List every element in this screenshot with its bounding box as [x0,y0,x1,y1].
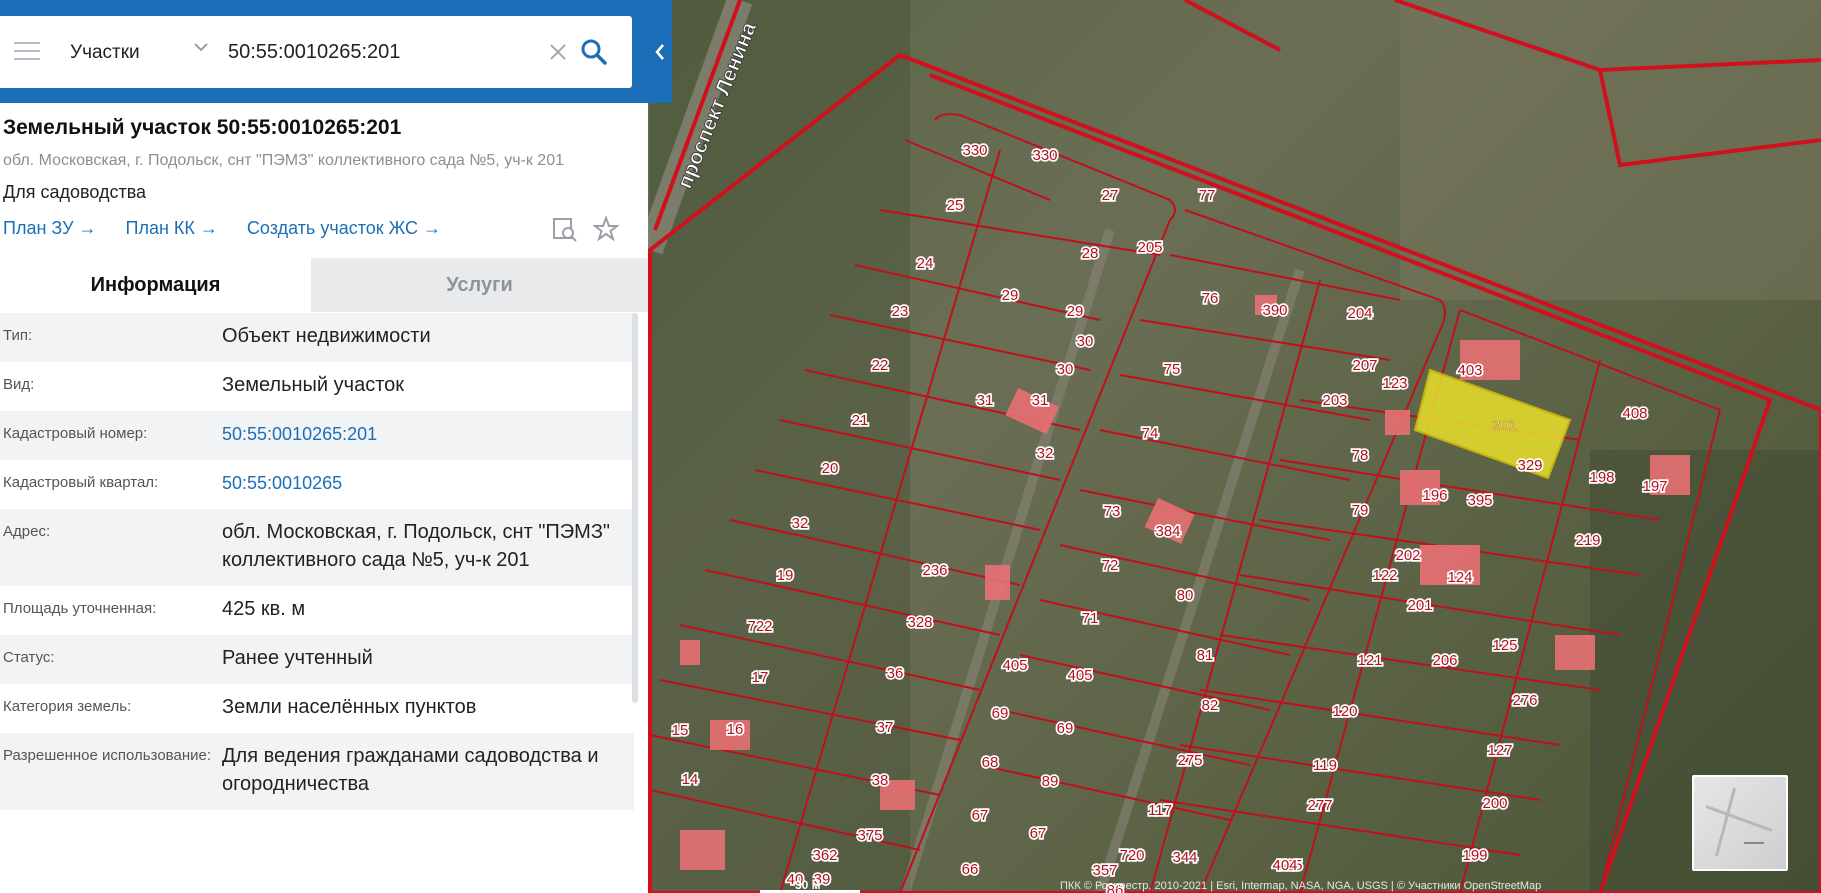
info-row-cadastral-number: Кадастровый номер: 50:55:0010265:201 [0,411,634,460]
info-key: Категория земель: [3,698,132,715]
info-row-status: Статус: Ранее учтенный [0,635,634,684]
info-key: Кадастровый квартал: [3,474,159,491]
search-icon[interactable] [580,38,608,66]
parcel-address-subtitle: обл. Московская, г. Подольск, снт "ПЭМЗ"… [3,152,564,169]
map-attribution: ПКК © Росреестр, 2010-2021 | Esri, Inter… [1060,880,1542,892]
info-row-kind: Вид: Земельный участок [0,362,634,411]
create-parcel-zhs-link[interactable]: Создать участок ЖС → [247,218,441,238]
info-key: Тип: [3,327,33,344]
plan-zu-link[interactable]: План ЗУ → [3,218,97,238]
info-value: Ранее учтенный [222,647,373,669]
search-bar: Участки [0,16,632,88]
info-key: Статус: [3,649,55,666]
info-row-address: Адрес: обл. Московская, г. Подольск, снт… [0,509,634,586]
plan-kk-link[interactable]: План КК → [126,218,218,238]
cadastral-number-link[interactable]: 50:55:0010265:201 [222,420,634,448]
info-value: Объект недвижимости [222,325,431,347]
info-value: Для ведения гражданами садоводства и ого… [222,745,599,795]
tab-services[interactable]: Услуги [311,258,648,312]
cadastral-quarter-link[interactable]: 50:55:0010265 [222,469,634,497]
clear-icon[interactable] [548,42,568,62]
app-root: 330 25 27 24 28 23 29 22 30 21 31 20 32 19 722 17 16 15 14… [0,0,1821,893]
info-key: Вид: [3,376,35,393]
info-key: Кадастровый номер: [3,425,148,442]
parcel-title: Земельный участок 50:55:0010265:201 [3,116,402,139]
info-key: Адрес: [3,523,51,540]
info-row-land-category: Категория земель: Земли населённых пункт… [0,684,634,733]
search-input[interactable] [228,36,538,68]
info-sidebar: Участки Земельный участок 50:55:0010265:… [0,0,672,893]
collapse-sidebar-button[interactable] [648,0,672,103]
info-row-cadastral-quarter: Кадастровый квартал: 50:55:0010265 [0,460,634,509]
zoom-to-object-icon[interactable] [552,216,578,242]
info-value: Земли населённых пунктов [222,696,477,718]
hamburger-menu-icon[interactable] [14,42,40,62]
info-row-type: Тип: Объект недвижимости [0,313,634,362]
minimap[interactable] [1692,775,1788,871]
tab-information[interactable]: Информация [0,258,311,312]
info-value: 425 кв. м [222,598,306,620]
search-panel: Участки [0,0,672,103]
search-category-select[interactable]: Участки [70,42,140,64]
info-key: Площадь уточненная: [3,600,157,617]
info-value: обл. Московская, г. Подольск, снт "ПЭМЗ"… [222,521,611,571]
highlighted-parcel-201[interactable] [1413,368,1572,480]
chevron-left-icon [655,43,664,60]
chevron-down-icon[interactable] [192,38,210,56]
info-scrollbar[interactable] [632,313,638,703]
info-table: Тип: Объект недвижимости Вид: Земельный … [0,313,648,893]
favorite-star-icon[interactable] [593,216,619,242]
info-value: Земельный участок [222,374,405,396]
info-row-permitted-use: Разрешенное использование: Для ведения г… [0,733,634,810]
info-row-area: Площадь уточненная: 425 кв. м [0,586,634,635]
parcel-links: План ЗУ → План КК → Создать участок ЖС → [3,218,465,239]
info-key: Разрешенное использование: [3,747,211,764]
map-scale: 30 м [760,878,860,893]
info-tabs: Информация Услуги [0,258,648,312]
parcel-purpose: Для садоводства [3,182,147,202]
